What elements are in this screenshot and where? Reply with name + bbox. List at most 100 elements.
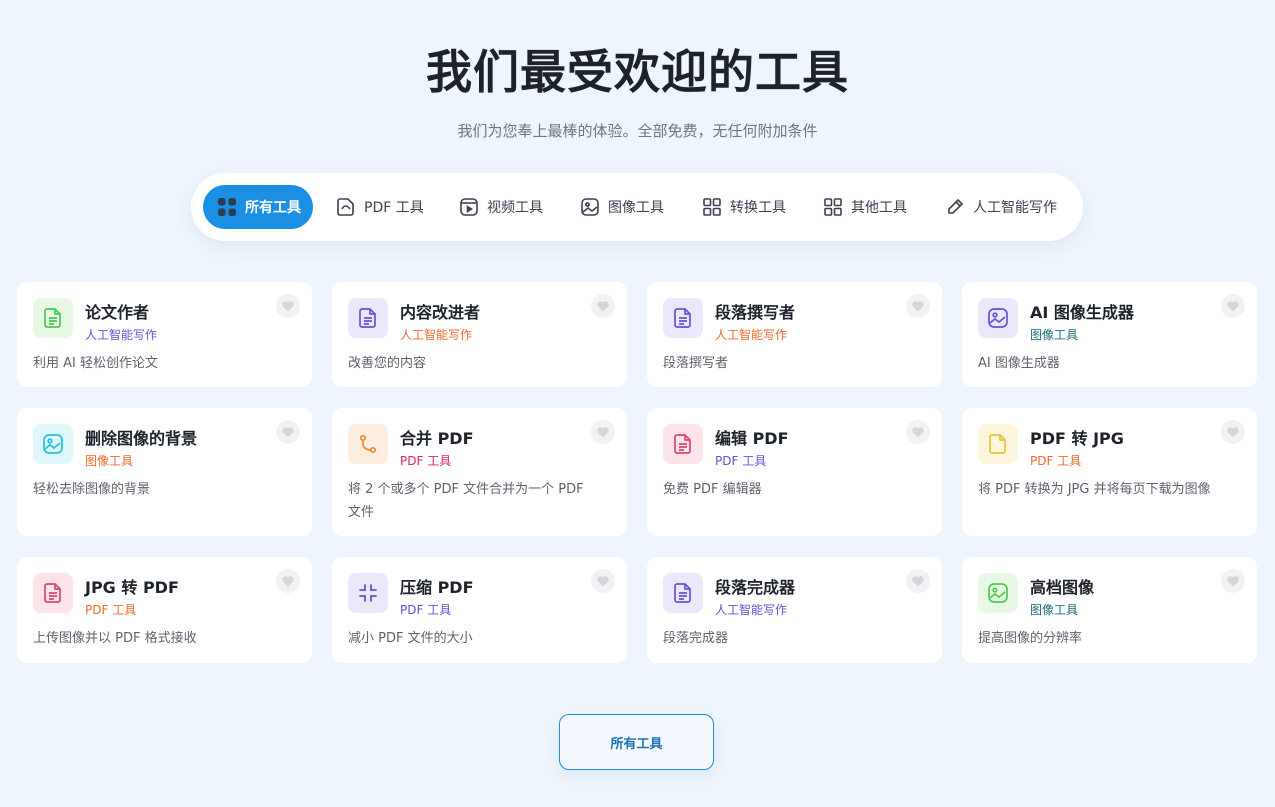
tool-icon-box <box>33 424 73 464</box>
tool-description: 将 PDF 转换为 JPG 并将每页下载为图像 <box>978 482 1211 497</box>
page-title: 我们最受欢迎的工具 <box>426 45 849 99</box>
image-icon <box>581 198 599 216</box>
document-icon <box>672 582 694 604</box>
heart-icon <box>1226 299 1240 313</box>
heart-icon <box>1226 574 1240 588</box>
tool-category: 人工智能写作 <box>715 603 788 617</box>
tool-card[interactable]: 压缩 PDF PDF 工具减小 PDF 文件的大小 <box>332 557 627 663</box>
favorite-button[interactable] <box>1221 294 1245 318</box>
tool-title: 合并 PDF <box>400 429 474 448</box>
tool-title: 压缩 PDF <box>400 578 474 597</box>
tab-label: 所有工具 <box>245 200 301 216</box>
tool-description: 上传图像并以 PDF 格式接收 <box>33 631 197 646</box>
tool-category: PDF 工具 <box>400 603 452 617</box>
tool-title: AI 图像生成器 <box>1030 303 1134 322</box>
favorite-button[interactable] <box>591 420 615 444</box>
tool-description: 提高图像的分辨率 <box>978 631 1083 646</box>
favorite-button[interactable] <box>276 420 300 444</box>
tool-card[interactable]: AI 图像生成器 图像工具 AI 图像生成器 <box>962 282 1257 387</box>
document-icon <box>672 433 694 455</box>
tab-convert-tools[interactable]: 转换工具 <box>692 185 796 229</box>
heart-icon <box>911 574 925 588</box>
tool-title: 论文作者 <box>85 303 150 322</box>
tool-icon-box <box>33 298 73 338</box>
document-icon <box>357 307 379 329</box>
favorite-button[interactable] <box>906 569 930 593</box>
grid-icon <box>824 198 842 216</box>
tool-card[interactable]: PDF 转 JPG PDF 工具将 PDF 转换为 JPG 并将每页下载为图像 <box>962 408 1257 536</box>
tool-card[interactable]: 段落撰写者 人工智能写作 段落撰写者 <box>647 282 942 387</box>
tool-icon-box <box>978 298 1018 338</box>
tab-label: 视频工具 <box>487 200 543 216</box>
favorite-button[interactable] <box>906 294 930 318</box>
tab-label: 其他工具 <box>851 200 907 216</box>
tool-title: 段落撰写者 <box>715 303 796 322</box>
image-icon <box>987 582 1009 604</box>
document-icon <box>42 307 64 329</box>
tab-all-tools[interactable]: 所有工具 <box>203 185 313 229</box>
heart-icon <box>281 425 295 439</box>
tab-pdf-tools[interactable]: PDF 工具 <box>326 185 434 229</box>
tool-description: 减小 PDF 文件的大小 <box>348 631 473 646</box>
all-tools-button[interactable]: 所有工具 <box>559 714 714 770</box>
tool-title: 段落完成器 <box>715 578 796 597</box>
tool-icon-box <box>348 573 388 613</box>
tab-ai-writing[interactable]: 人工智能写作 <box>935 185 1067 229</box>
tool-description: 段落撰写者 <box>663 356 729 371</box>
tool-card[interactable]: 论文作者 人工智能写作 利用 AI 轻松创作论文 <box>17 282 312 387</box>
category-tab-bar: 所有工具 PDF 工具 视频工具 图像工具 转换工具 其他工具 人工智能写作 <box>191 173 1083 241</box>
tool-title: 高档图像 <box>1030 578 1095 597</box>
tool-card[interactable]: JPG 转 PDF PDF 工具 上传图像并以 PDF 格式接收 <box>17 557 312 663</box>
grid-dots-icon <box>218 198 236 216</box>
tool-category: 图像工具 <box>1030 603 1079 617</box>
tab-image-tools[interactable]: 图像工具 <box>570 185 674 229</box>
favorite-button[interactable] <box>1221 420 1245 444</box>
tool-icon-box <box>663 573 703 613</box>
tool-card[interactable]: 段落完成器 人工智能写作 段落完成器 <box>647 557 942 663</box>
tool-description: 利用 AI 轻松创作论文 <box>33 356 158 371</box>
tab-label: 转换工具 <box>730 200 786 216</box>
heart-icon <box>596 425 610 439</box>
tool-category: PDF 工具 <box>85 603 137 617</box>
heart-icon <box>911 299 925 313</box>
tool-card[interactable]: 高档图像图像工具提高图像的分辨率 <box>962 557 1257 663</box>
tool-title: 编辑 PDF <box>715 429 789 448</box>
tab-label: 图像工具 <box>608 200 664 216</box>
file-icon <box>987 433 1009 455</box>
grid-icon <box>703 198 721 216</box>
tool-title: 内容改进者 <box>400 303 481 322</box>
tool-category: PDF 工具 <box>1030 454 1082 468</box>
tool-card[interactable]: 编辑 PDF PDF 工具 免费 PDF 编辑器 <box>647 408 942 536</box>
favorite-button[interactable] <box>591 294 615 318</box>
tab-other-tools[interactable]: 其他工具 <box>813 185 917 229</box>
tool-icon-box <box>33 573 73 613</box>
favorite-button[interactable] <box>591 569 615 593</box>
favorite-button[interactable] <box>276 294 300 318</box>
pen-icon <box>948 198 964 214</box>
tool-category: PDF 工具 <box>715 454 767 468</box>
heart-icon <box>1226 425 1240 439</box>
tool-title: 删除图像的背景 <box>85 429 198 448</box>
tool-card[interactable]: 删除图像的背景 图像工具 轻松去除图像的背景 <box>17 408 312 536</box>
tool-icon-box <box>348 424 388 464</box>
video-icon <box>460 198 478 216</box>
tab-label: PDF 工具 <box>364 200 424 216</box>
tool-description: 将 2 个或多个 PDF 文件合并为一个 PDF 文件 <box>348 482 584 520</box>
favorite-button[interactable] <box>906 420 930 444</box>
tool-icon-box <box>978 573 1018 613</box>
favorite-button[interactable] <box>276 569 300 593</box>
tool-icon-box <box>978 424 1018 464</box>
page-subtitle: 我们为您奉上最棒的体验。全部免费，无任何附加条件 <box>457 122 818 140</box>
heart-icon <box>281 574 295 588</box>
tool-category: 图像工具 <box>1030 328 1079 342</box>
tab-video-tools[interactable]: 视频工具 <box>449 185 553 229</box>
tool-card[interactable]: 合并 PDF PDF 工具将 2 个或多个 PDF 文件合并为一个 PDF 文件 <box>332 408 627 536</box>
favorite-button[interactable] <box>1221 569 1245 593</box>
tool-description: 轻松去除图像的背景 <box>33 482 151 497</box>
heart-icon <box>281 299 295 313</box>
document-icon <box>42 582 64 604</box>
tool-card[interactable]: 内容改进者 人工智能写作 改善您的内容 <box>332 282 627 387</box>
merge-icon <box>357 433 379 455</box>
image-icon <box>987 307 1009 329</box>
heart-icon <box>596 299 610 313</box>
